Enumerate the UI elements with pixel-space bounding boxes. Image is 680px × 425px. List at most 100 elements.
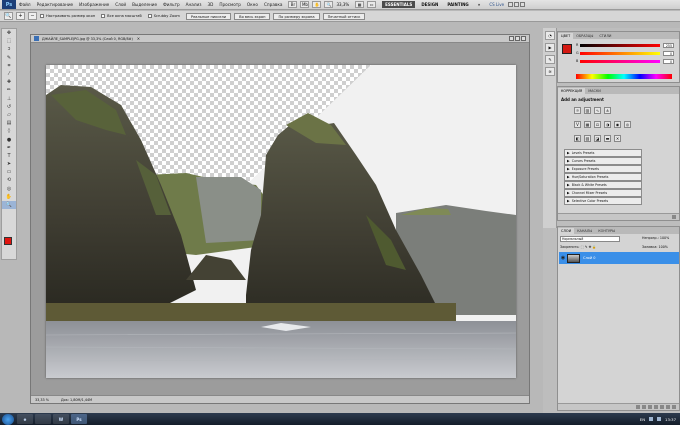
volume-icon[interactable] (657, 417, 662, 421)
curves-icon[interactable]: ∿ (594, 107, 601, 114)
clock[interactable]: 13:37 (665, 417, 676, 422)
quick-select-tool-icon[interactable]: ✎ (2, 54, 16, 62)
hue-saturation-icon[interactable]: ▦ (584, 121, 591, 128)
crop-tool-icon[interactable]: ⌗ (2, 62, 16, 70)
eye-icon[interactable]: ◉ (559, 255, 567, 261)
tab-layers[interactable]: СЛОИ (558, 228, 575, 234)
hand-tool-icon[interactable]: ✋ (2, 193, 16, 201)
tab-styles[interactable]: СТИЛИ (596, 33, 614, 39)
resize-windows-checkbox[interactable]: Настраивать размер окон (40, 14, 95, 18)
document-tab[interactable]: ДЖАЙЛЕ_SAMPLEJPG.jpg @ 33,3% (Слой 0, RG… (31, 35, 529, 43)
mini-bridge-icon[interactable]: Mb (300, 1, 310, 8)
menu-help[interactable]: Справка (264, 2, 282, 7)
lock-icon[interactable]: ⬚ ✎ ✥ 🔒 (581, 245, 597, 249)
eyedropper-tool-icon[interactable]: ⁄ (2, 70, 16, 78)
list-item[interactable]: ▶ Levels Presets (564, 149, 642, 157)
zoom-level-select[interactable]: 33,3% (336, 2, 349, 7)
brush-panel-icon[interactable]: ≋ (545, 67, 555, 76)
add-mask-icon[interactable] (648, 405, 652, 409)
menu-file[interactable]: Файл (19, 2, 31, 7)
healing-brush-icon[interactable]: ✚ (2, 78, 16, 86)
workspace-essentials[interactable]: ESSENTIALS (382, 1, 416, 8)
clone-stamp-icon[interactable]: ⊥ (2, 95, 16, 103)
dodge-tool-icon[interactable]: ● (2, 135, 16, 143)
eraser-tool-icon[interactable]: ▱ (2, 111, 16, 119)
zoom-tool-icon[interactable]: 🔍 (2, 200, 16, 210)
new-group-icon[interactable] (660, 405, 664, 409)
zoom-out-icon[interactable]: − (28, 12, 37, 20)
tool-presets-icon[interactable]: ✎ (545, 55, 555, 64)
brush-tool-icon[interactable]: ✏ (2, 86, 16, 94)
threshold-icon[interactable]: ◪ (594, 135, 601, 142)
tab-adjustments[interactable]: КОРРЕКЦИЯ (558, 88, 586, 94)
list-item[interactable]: ▶ Channel Mixer Presets (564, 188, 642, 197)
workspace-more[interactable]: » (475, 1, 484, 8)
taskbar-folder-icon[interactable] (35, 414, 51, 424)
gradient-tool-icon[interactable]: ▤ (2, 119, 16, 127)
bridge-icon[interactable]: Br (288, 1, 298, 8)
layer-style-icon[interactable] (642, 405, 646, 409)
history-brush-icon[interactable]: ↺ (2, 103, 16, 111)
menu-edit[interactable]: Редактирование (37, 2, 74, 7)
menu-3d[interactable]: 3D (207, 2, 213, 7)
3d-orbit-icon[interactable]: ◎ (2, 185, 16, 193)
invert-icon[interactable]: ◧ (574, 135, 581, 142)
gradient-map-icon[interactable]: ▬ (604, 135, 611, 142)
blue-slider[interactable] (580, 59, 660, 63)
tab-channels[interactable]: КАНАЛЫ (574, 228, 595, 234)
list-item[interactable]: ▶ Black & White Presets (564, 180, 642, 189)
tab-color[interactable]: ЦВЕТ (558, 33, 574, 39)
maximize-icon[interactable] (515, 36, 520, 41)
blue-value-field[interactable]: 0 (663, 58, 674, 64)
workspace-design[interactable]: DESIGN (418, 1, 441, 8)
menu-image[interactable]: Изображение (79, 2, 109, 7)
marquee-tool-icon[interactable]: ⬚ (2, 37, 16, 45)
new-adjustment-icon[interactable] (672, 215, 676, 219)
channel-mixer-icon[interactable]: ◎ (624, 121, 631, 128)
network-icon[interactable] (649, 417, 654, 421)
layer-row[interactable]: ◉ Слой 0 (559, 252, 679, 264)
language-indicator[interactable]: EN (640, 417, 645, 422)
hand-icon[interactable]: ✋ (312, 1, 322, 8)
blur-tool-icon[interactable]: ◊ (2, 127, 16, 135)
minimize-icon[interactable] (508, 2, 514, 7)
zoom-all-checkbox[interactable]: Все окна масштаб (101, 14, 142, 18)
new-layer-icon[interactable] (666, 405, 670, 409)
pen-tool-icon[interactable]: ✒ (2, 144, 16, 152)
link-layers-icon[interactable] (636, 405, 640, 409)
menu-analysis[interactable]: Анализ (186, 2, 202, 7)
exposure-icon[interactable]: ± (604, 107, 611, 114)
screen-mode-icon[interactable]: ▭ (367, 1, 377, 8)
color-spectrum-ramp[interactable] (576, 74, 672, 79)
taskbar-ie-icon[interactable]: e (17, 414, 33, 424)
list-item[interactable]: ▶ Exposure Presets (564, 164, 642, 173)
posterize-icon[interactable]: ▨ (584, 135, 591, 142)
menu-filter[interactable]: Фильтр (163, 2, 180, 7)
zoom-tool-icon[interactable]: 🔍 (4, 12, 13, 20)
fill-field[interactable]: 100% (659, 245, 668, 249)
list-item[interactable]: ▶ Selective Color Presets (564, 196, 642, 205)
workspace-painting[interactable]: PAINTING (444, 1, 471, 8)
list-item[interactable]: ▶ Hue/Saturation Presets (564, 172, 642, 181)
menu-view[interactable]: Просмотр (219, 2, 241, 7)
trash-icon[interactable] (672, 405, 676, 409)
taskbar-photoshop-icon[interactable]: Ps (71, 414, 87, 424)
black-white-icon[interactable]: ◑ (604, 121, 611, 128)
red-value-field[interactable]: 255 (663, 42, 674, 48)
shape-tool-icon[interactable]: ▭ (2, 168, 16, 176)
path-select-icon[interactable]: ➤ (2, 160, 16, 168)
taskbar-word-icon[interactable]: W (53, 414, 69, 424)
selective-color-icon[interactable]: ✕ (614, 135, 621, 142)
scrubby-zoom-checkbox[interactable]: Scrubby Zoom (147, 14, 180, 18)
cs-live-button[interactable]: CS Live (489, 2, 504, 7)
red-slider[interactable] (580, 43, 660, 47)
tab-masks[interactable]: МАСКИ (585, 88, 604, 94)
menu-select[interactable]: Выделение (132, 2, 157, 7)
fill-screen-button[interactable]: По размеру экрана (273, 12, 320, 20)
actual-pixels-button[interactable]: Реальные пиксели (185, 12, 232, 20)
history-panel-icon[interactable]: ◔ (545, 31, 555, 40)
lasso-tool-icon[interactable]: ↄ (2, 45, 16, 53)
foreground-color-swatch[interactable] (4, 237, 12, 245)
zoom-icon[interactable]: 🔍 (324, 1, 334, 8)
minimize-icon[interactable] (509, 36, 514, 41)
